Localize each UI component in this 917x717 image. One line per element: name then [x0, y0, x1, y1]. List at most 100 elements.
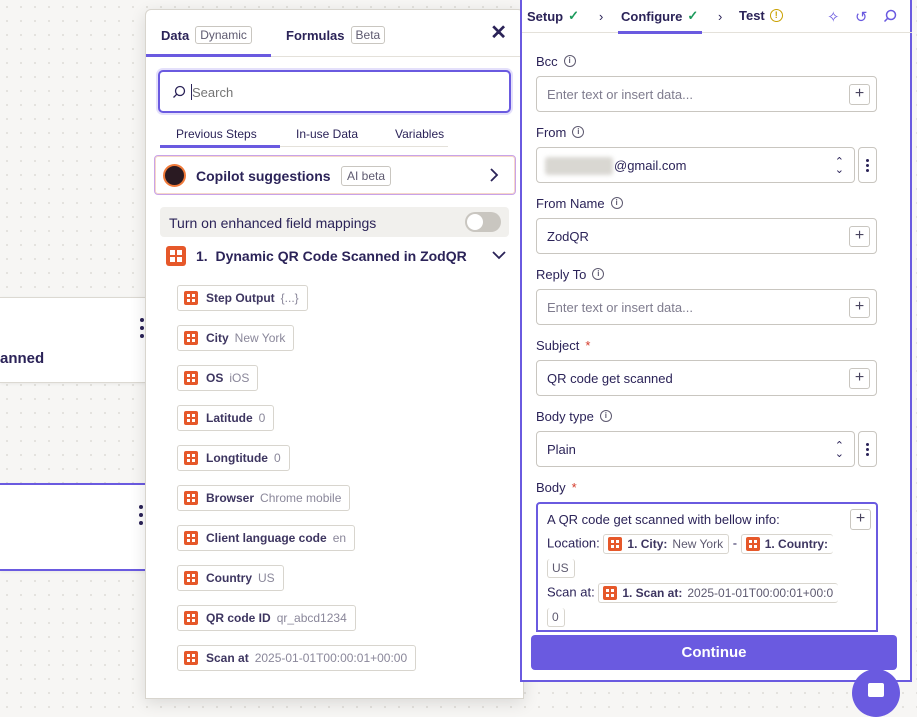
info-icon[interactable]: i	[563, 55, 576, 67]
chevron-right-icon	[490, 168, 499, 182]
step-config-panel: Setup ✓ › Configure ✓ › Test! ✧ ↺ Bcc i Ent…	[520, 0, 912, 682]
city-token[interactable]: 1. City: New York	[603, 534, 730, 554]
undo-icon[interactable]: ↺	[855, 8, 868, 26]
workflow-step-card-selected[interactable]	[0, 483, 160, 571]
info-icon[interactable]: i	[592, 268, 605, 280]
enhanced-mappings-label: Turn on enhanced field mappings	[169, 215, 377, 231]
body-label: Body *	[536, 479, 577, 495]
crumb-setup[interactable]: Setup ✓	[527, 8, 579, 24]
body-type-label: Body type i	[536, 408, 878, 424]
zodqr-icon	[184, 611, 198, 625]
close-icon[interactable]: ✕	[490, 23, 507, 43]
ai-beta-badge: AI beta	[341, 166, 392, 186]
scan-at-token-overflow[interactable]: 0	[547, 608, 565, 627]
field-chip[interactable]: Latitude 0	[177, 405, 275, 431]
field-chip[interactable]: Browser Chrome mobile	[177, 485, 351, 511]
bcc-input[interactable]: Enter text or insert data... +	[536, 76, 877, 112]
info-icon[interactable]: i	[610, 197, 623, 209]
body-type-select[interactable]: Plain ⌃ ⌄	[536, 431, 855, 467]
country-token-value[interactable]: US	[547, 559, 575, 578]
info-icon[interactable]: i	[572, 126, 585, 138]
from-value: @gmail.com	[614, 158, 687, 173]
info-icon[interactable]: i	[599, 410, 612, 422]
sparkle-icon[interactable]: ✧	[827, 8, 840, 26]
body-type-row: Body type i Plain ⌃ ⌄	[536, 408, 878, 467]
scan-at-token[interactable]: 1. Scan at: 2025-01-01T00:00:01+00:0	[598, 583, 839, 603]
more-options-icon[interactable]	[138, 505, 144, 525]
zodqr-icon	[184, 331, 198, 345]
search-input[interactable]	[192, 81, 492, 103]
step-group-header[interactable]: 1. Dynamic QR Code Scanned in ZodQR	[166, 246, 506, 268]
subject-input[interactable]: QR code get scanned +	[536, 360, 877, 396]
zodqr-icon	[608, 537, 623, 551]
search-icon[interactable]	[883, 9, 897, 23]
bcc-label: Bcc i	[536, 53, 878, 69]
insert-data-button[interactable]: +	[849, 297, 870, 318]
field-chip[interactable]: Country US	[177, 565, 284, 591]
step-title: 1. Dynamic QR Code Scanned in ZodQR	[196, 248, 467, 264]
field-chip[interactable]: QR code ID qr_abcd1234	[177, 605, 356, 631]
crumb-test[interactable]: Test!	[739, 8, 783, 23]
insert-data-button[interactable]: +	[849, 226, 870, 247]
tab-previous-steps[interactable]: Previous Steps	[176, 127, 257, 141]
zodqr-icon	[184, 571, 198, 585]
reply-to-input[interactable]: Enter text or insert data... +	[536, 289, 877, 325]
zodqr-icon	[603, 586, 618, 600]
body-row: Body * A QR code get scanned with bellow …	[536, 479, 878, 632]
copilot-suggestions-row[interactable]: Copilot suggestions AI beta	[154, 155, 516, 195]
body-editor[interactable]: A QR code get scanned with bellow info: …	[536, 502, 878, 632]
body-type-value: Plain	[547, 442, 576, 457]
insert-data-button[interactable]: +	[849, 368, 870, 389]
select-arrows-icon: ⌃ ⌄	[834, 440, 844, 460]
tab-data[interactable]: Data Dynamic	[161, 26, 252, 44]
step-card-title: anned	[0, 350, 45, 367]
crumb-configure[interactable]: Configure ✓	[621, 8, 698, 24]
body-line: Scan at: 1. Scan at: 2025-01-01T00:00:01+…	[547, 583, 839, 603]
country-token[interactable]: 1. Country:	[740, 534, 834, 554]
config-breadcrumb: Setup ✓ › Configure ✓ › Test! ✧ ↺	[522, 0, 912, 34]
chevron-right-icon: ›	[718, 9, 723, 24]
zodqr-icon	[745, 537, 760, 551]
reply-to-label: Reply To i	[536, 266, 878, 282]
zodqr-icon	[184, 651, 198, 665]
help-chat-button[interactable]	[852, 669, 900, 717]
search-field[interactable]	[158, 70, 511, 113]
field-chip[interactable]: Client language code en	[177, 525, 356, 551]
zodqr-icon	[184, 411, 198, 425]
insert-data-button[interactable]: +	[849, 84, 870, 105]
zodqr-icon	[166, 246, 186, 266]
panel-tabs: Data Dynamic Formulas Beta ✕	[146, 10, 523, 57]
tab-in-use-data[interactable]: In-use Data	[296, 127, 358, 141]
subject-label: Subject *	[536, 337, 591, 353]
check-icon: ✓	[687, 8, 699, 23]
beta-badge: Beta	[350, 26, 386, 44]
dynamic-badge: Dynamic	[195, 26, 252, 44]
zodqr-icon	[184, 371, 198, 385]
body-line: Location: 1. City: New York - 1. Country:	[547, 534, 834, 554]
from-name-value: ZodQR	[547, 229, 589, 244]
from-name-input[interactable]: ZodQR +	[536, 218, 877, 254]
more-options-icon[interactable]	[858, 431, 877, 467]
workflow-step-card[interactable]: anned	[0, 297, 160, 383]
continue-button[interactable]: Continue	[531, 635, 897, 670]
copilot-logo-icon	[163, 164, 186, 187]
field-chip[interactable]: OS iOS	[177, 365, 259, 391]
bcc-placeholder: Enter text or insert data...	[547, 87, 693, 102]
tab-variables[interactable]: Variables	[395, 127, 444, 141]
check-icon: ✓	[568, 8, 580, 23]
insert-data-button[interactable]: +	[850, 509, 871, 530]
warning-icon: !	[769, 9, 783, 22]
more-options-icon[interactable]	[858, 147, 877, 183]
field-chip[interactable]: Longtitude 0	[177, 445, 290, 471]
field-chip[interactable]: Step Output {...}	[177, 285, 308, 311]
field-chip[interactable]: City New York	[177, 325, 295, 351]
chevron-down-icon	[492, 251, 506, 260]
tab-formulas[interactable]: Formulas Beta	[286, 26, 386, 44]
zodqr-icon	[184, 531, 198, 545]
from-select[interactable]: @gmail.com ⌃ ⌄	[536, 147, 855, 183]
active-tab-indicator	[146, 54, 271, 57]
enhanced-mappings-toggle[interactable]	[465, 212, 501, 232]
field-chip[interactable]: Scan at 2025-01-01T00:00:01+00:00	[177, 645, 417, 671]
subject-row: Subject * QR code get scanned +	[536, 337, 878, 396]
from-name-label: From Name i	[536, 195, 878, 211]
